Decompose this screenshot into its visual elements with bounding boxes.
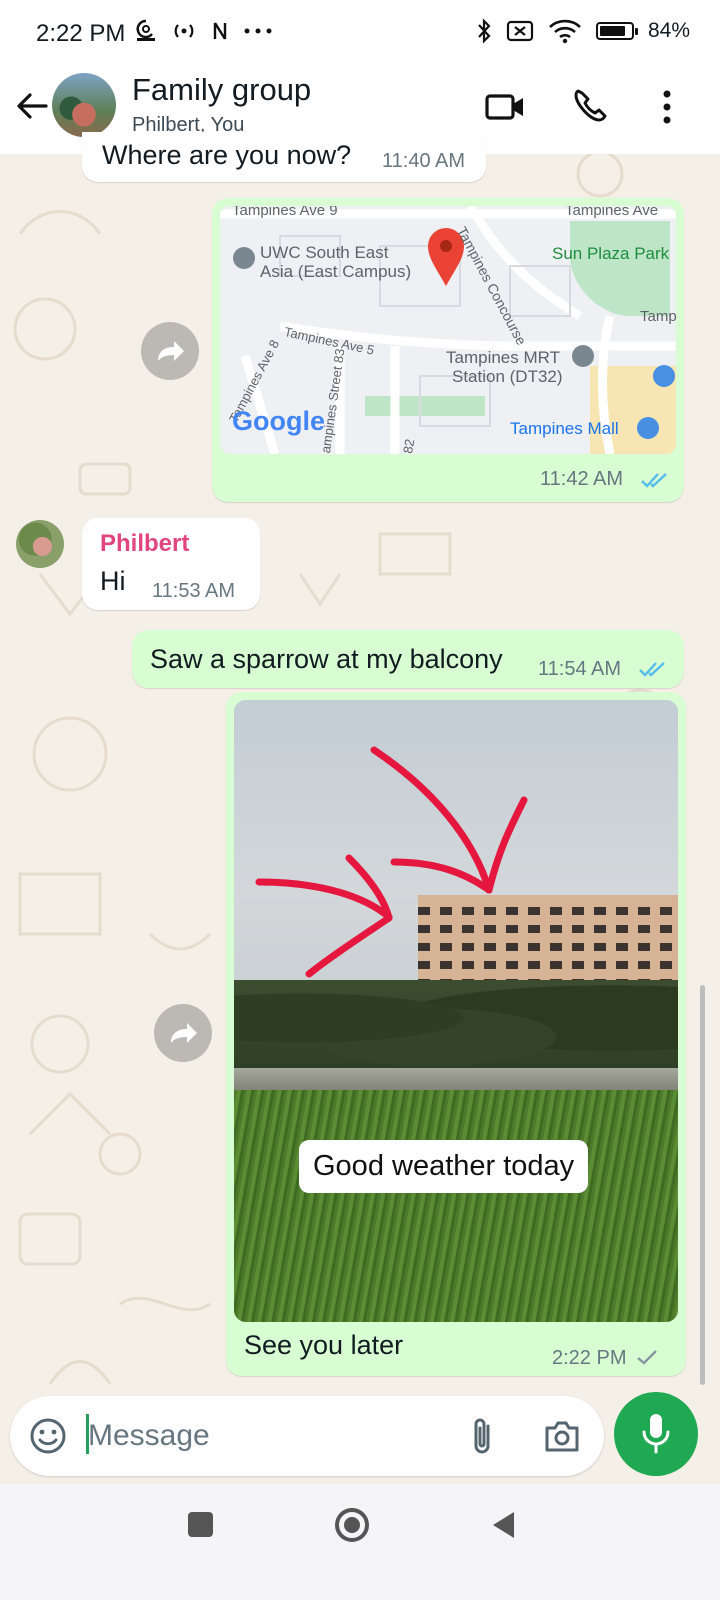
message-time: 11:54 AM	[538, 658, 622, 680]
emoji-icon[interactable]	[28, 1416, 68, 1456]
home-circle-icon[interactable]	[335, 1508, 369, 1542]
microphone-icon	[642, 1414, 670, 1454]
message-image[interactable]: Good weather today See you later 2:22 PM	[226, 692, 686, 1376]
map-label: Tampines Ave	[565, 206, 659, 219]
wifi-icon	[549, 19, 581, 44]
map-label: Tampines Mall	[510, 419, 619, 438]
sender-avatar[interactable]	[16, 520, 64, 568]
group-avatar[interactable]	[52, 73, 116, 137]
message-text: Hi	[100, 566, 126, 596]
message-text: Where are you now?	[102, 140, 352, 170]
map-label: Tampines MRT	[446, 348, 560, 367]
message-location[interactable]: Tampines Ave 9 Tampines Ave UWC South Ea…	[212, 198, 684, 502]
map-label: UWC South East	[260, 243, 389, 262]
message-text: Saw a sparrow at my balcony	[150, 644, 503, 674]
forward-icon	[171, 1023, 197, 1043]
map-label: Station (DT32)	[452, 367, 563, 386]
camera-icon[interactable]	[542, 1416, 582, 1456]
message-text: See you later	[244, 1330, 404, 1360]
message-composer	[10, 1396, 604, 1476]
message-time: 11:40 AM	[382, 150, 466, 172]
message-time: 11:42 AM	[540, 468, 624, 490]
battery-icon	[595, 22, 638, 40]
forward-button[interactable]	[154, 1004, 212, 1062]
voice-call-icon[interactable]	[570, 86, 612, 128]
bluetooth-icon	[478, 18, 491, 44]
no-sim-icon	[506, 20, 534, 42]
scrollbar[interactable]	[700, 985, 705, 1385]
map-label: Tampines Ave 9	[232, 206, 338, 219]
chat-title[interactable]: Family group	[132, 72, 311, 108]
read-ticks-icon	[639, 662, 665, 677]
status-bar: 2:22 PM 84%	[0, 0, 720, 66]
threads-icon	[136, 19, 155, 41]
nfc-icon	[213, 22, 227, 40]
forward-icon	[158, 341, 184, 361]
voice-record-button[interactable]	[614, 1392, 698, 1476]
message-time: 2:22 PM	[552, 1347, 627, 1369]
read-ticks-icon	[641, 473, 667, 488]
map-label: Asia (East Campus)	[260, 262, 412, 281]
photo[interactable]: Good weather today	[234, 700, 678, 1322]
more-dots-icon	[244, 28, 272, 34]
attach-icon[interactable]	[462, 1416, 502, 1458]
sent-tick-icon	[637, 1350, 657, 1365]
message-input[interactable]	[88, 1416, 448, 1456]
back-triangle-icon[interactable]	[490, 1510, 518, 1540]
map-preview[interactable]: Tampines Ave 9 Tampines Ave UWC South Ea…	[220, 206, 676, 454]
red-arrows-drawing	[255, 746, 528, 978]
status-time: 2:22 PM	[36, 20, 126, 47]
map-label: Tamp	[640, 308, 676, 325]
sender-name: Philbert	[100, 530, 190, 557]
battery-percent: 84%	[647, 19, 690, 42]
system-nav-bar	[0, 1484, 720, 1600]
video-call-icon[interactable]	[484, 86, 526, 128]
google-logo: Google	[232, 406, 325, 436]
map-label: 82	[400, 437, 418, 454]
message-incoming[interactable]: Philbert Hi 11:53 AM	[82, 518, 260, 610]
message-incoming[interactable]: Where are you now? 11:40 AM	[82, 132, 486, 182]
forward-button[interactable]	[141, 322, 199, 380]
map-label: Sun Plaza Park	[552, 244, 670, 263]
message-outgoing[interactable]: Saw a sparrow at my balcony 11:54 AM	[132, 630, 684, 688]
message-time: 11:53 AM	[152, 580, 236, 602]
back-arrow-icon[interactable]	[12, 86, 52, 126]
overflow-menu-icon[interactable]	[646, 86, 688, 128]
hotspot-icon	[174, 24, 194, 38]
recents-square-icon[interactable]	[188, 1512, 213, 1537]
image-text-overlay: Good weather today	[299, 1140, 589, 1193]
